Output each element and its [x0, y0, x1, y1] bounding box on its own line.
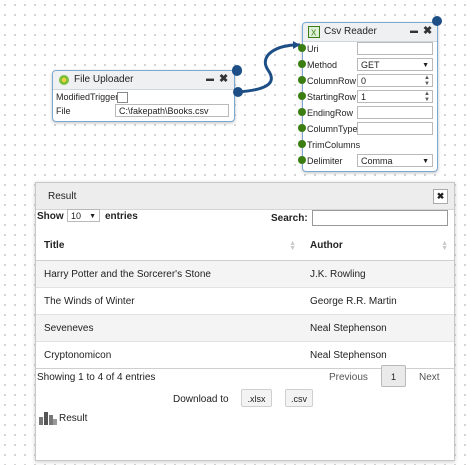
column-types-label: ColumnTypes [307, 124, 363, 134]
svg-text:X: X [311, 29, 317, 38]
column-types-input[interactable] [357, 122, 433, 135]
chart-icon [39, 412, 57, 425]
ending-row-label: EndingRow [307, 108, 354, 118]
trim-columns-label: TrimColumns [307, 140, 361, 150]
file-uploader-title: File Uploader [74, 74, 134, 85]
trim-columns-port[interactable] [298, 140, 306, 148]
cell-author: J.K. Rowling [302, 260, 454, 288]
cell-title: Seveneves [36, 314, 302, 342]
cell-title: Harry Potter and the Sorcerer's Stone [36, 260, 302, 288]
result-panel-title: Result [48, 191, 77, 202]
cell-author: Neal Stephenson [302, 341, 454, 369]
close-icon[interactable]: ✖ [219, 72, 228, 85]
close-icon[interactable]: ✖ [433, 189, 448, 204]
minimize-icon[interactable]: ▬ [206, 74, 214, 83]
previous-button[interactable]: Previous [329, 372, 368, 383]
sort-icon: ▲ ▼ [289, 240, 296, 252]
column-types-port[interactable] [298, 124, 306, 132]
stepper-arrows-icon[interactable]: ▲ ▼ [424, 91, 430, 102]
file-uploader-icon [59, 75, 69, 85]
method-port[interactable] [298, 60, 306, 68]
table-row: Harry Potter and the Sorcerer's Stone J.… [36, 260, 454, 288]
footer-result-label: Result [59, 413, 88, 424]
ending-row-port[interactable] [298, 108, 306, 116]
file-uploader-header[interactable]: File Uploader ▬ ✖ [53, 71, 234, 90]
ending-row-input[interactable] [357, 106, 433, 119]
starting-row-stepper[interactable]: 1 ▲ ▼ [357, 90, 433, 103]
chevron-down-icon: ▼ [422, 158, 429, 165]
starting-row-port[interactable] [298, 92, 306, 100]
sort-icon: ▲ ▼ [441, 240, 448, 252]
trim-columns-checkbox[interactable] [357, 140, 366, 149]
csv-reader-title: Csv Reader [324, 26, 377, 37]
file-uploader-out-port[interactable] [233, 87, 243, 97]
starting-row-value: 1 [361, 92, 367, 102]
uri-input[interactable] [357, 42, 433, 55]
stepper-arrows-icon[interactable]: ▲ ▼ [424, 75, 430, 86]
cell-title: The Winds of Winter [36, 287, 302, 315]
cell-author: Neal Stephenson [302, 314, 454, 342]
table-row: The Winds of Winter George R.R. Martin [36, 287, 454, 315]
entries-select[interactable]: 10 ▼ [67, 209, 100, 222]
column-header-author[interactable]: Author ▲ ▼ [302, 231, 454, 261]
download-label: Download to [173, 394, 229, 405]
file-input[interactable]: C:\fakepath\Books.csv [115, 104, 229, 117]
table-row: Seveneves Neal Stephenson [36, 314, 454, 342]
modified-trigger-label: ModifiedTrigger [56, 92, 119, 102]
show-label: Show [37, 211, 64, 222]
result-table: Title ▲ ▼ Author ▲ ▼ Harry Potter and the … [36, 231, 454, 369]
file-label: File [56, 106, 71, 116]
search-input[interactable] [312, 210, 448, 226]
column-row-label: ColumnRow [307, 76, 357, 86]
result-panel-header[interactable]: Result ✖ [36, 183, 454, 210]
search-label: Search: [271, 213, 308, 224]
table-header-row: Title ▲ ▼ Author ▲ ▼ [36, 231, 454, 261]
chevron-down-icon: ▼ [89, 213, 96, 220]
uri-port[interactable] [298, 44, 306, 52]
uri-label: Uri [307, 44, 319, 54]
column-row-stepper[interactable]: 0 ▲ ▼ [357, 74, 433, 87]
page-1-button[interactable]: 1 [381, 365, 406, 387]
file-uploader-top-port[interactable] [232, 65, 242, 75]
column-row-port[interactable] [298, 76, 306, 84]
delimiter-label: Delimiter [307, 156, 343, 166]
entries-value: 10 [71, 211, 82, 221]
table-info: Showing 1 to 4 of 4 entries [37, 372, 156, 383]
delimiter-port[interactable] [298, 156, 306, 164]
delimiter-value: Comma [361, 156, 393, 166]
cell-author: George R.R. Martin [302, 287, 454, 315]
csv-reader-header[interactable]: X Csv Reader ▬ ✖ [303, 23, 437, 42]
download-xlsx-button[interactable]: .xlsx [241, 389, 272, 407]
excel-icon: X [308, 26, 320, 38]
entries-label: entries [105, 211, 138, 222]
method-select[interactable]: GET ▼ [357, 58, 433, 71]
modified-trigger-checkbox[interactable] [117, 92, 128, 103]
csv-reader-output-port[interactable] [432, 16, 442, 26]
chevron-down-icon: ▼ [422, 62, 429, 69]
minimize-icon[interactable]: ▬ [410, 26, 418, 35]
column-row-value: 0 [361, 76, 367, 86]
column-header-title[interactable]: Title ▲ ▼ [36, 231, 302, 261]
method-label: Method [307, 60, 338, 70]
download-csv-button[interactable]: .csv [285, 389, 313, 407]
result-panel: Result ✖ Show 10 ▼ entries Search: Title… [35, 182, 455, 461]
file-uploader-node[interactable]: File Uploader ▬ ✖ ModifiedTrigger File C… [52, 66, 242, 122]
cell-title: Cryptonomicon [36, 341, 302, 369]
next-button[interactable]: Next [419, 372, 440, 383]
method-value: GET [361, 60, 380, 70]
csv-reader-node[interactable]: X Csv Reader ▬ ✖ Uri Method GET ▼ Column… [302, 22, 438, 172]
close-icon[interactable]: ✖ [423, 24, 432, 37]
delimiter-select[interactable]: Comma ▼ [357, 154, 433, 167]
starting-row-label: StartingRow [307, 92, 357, 102]
